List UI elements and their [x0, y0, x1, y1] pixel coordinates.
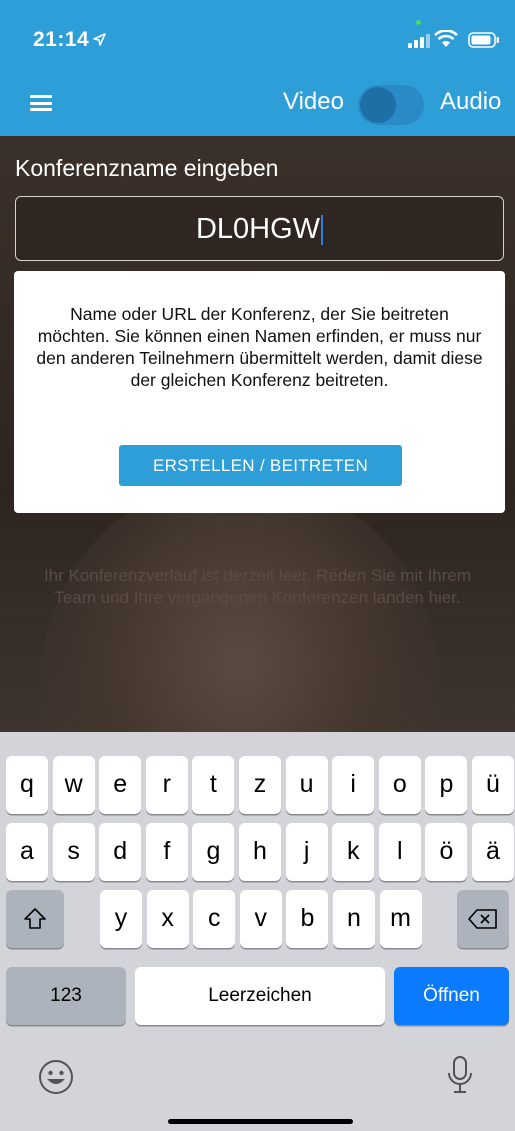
home-indicator — [168, 1119, 353, 1124]
key-z[interactable]: z — [239, 756, 281, 814]
dictation-button[interactable] — [446, 1055, 474, 1095]
status-time-text: 21:14 — [33, 28, 90, 51]
mic-indicator-dot — [416, 20, 421, 25]
key-j[interactable]: j — [285, 823, 328, 881]
key-h[interactable]: h — [239, 823, 281, 881]
key-ö[interactable]: ö — [425, 823, 468, 881]
input-text: DL0HGW — [195, 213, 321, 245]
key-m[interactable]: m — [379, 890, 422, 948]
key-g[interactable]: g — [192, 823, 235, 881]
space-key[interactable]: Leerzeichen — [135, 967, 385, 1025]
status-time: 21:14 — [33, 28, 107, 52]
key-b[interactable]: b — [286, 890, 329, 948]
audio-mode-label[interactable]: Audio — [440, 88, 501, 116]
open-return-key[interactable]: Öffnen — [394, 967, 509, 1025]
key-f[interactable]: f — [145, 823, 188, 881]
numbers-key[interactable]: 123 — [6, 967, 126, 1025]
battery-icon — [468, 32, 499, 48]
conference-info-text: Name oder URL der Konferenz, der Sie bei… — [36, 304, 483, 390]
key-u[interactable]: u — [285, 756, 328, 814]
key-c[interactable]: c — [193, 890, 236, 948]
key-s[interactable]: s — [52, 823, 95, 881]
key-ü[interactable]: ü — [472, 756, 514, 814]
key-l[interactable]: l — [378, 823, 421, 881]
app-header — [0, 0, 515, 136]
key-v[interactable]: v — [239, 890, 282, 948]
onscreen-keyboard: qwertzuiopü asdfghjklöä yxcvbnm 123 Leer… — [0, 732, 515, 1131]
key-e[interactable]: e — [99, 756, 142, 814]
location-arrow-icon — [93, 33, 107, 46]
key-i[interactable]: i — [332, 756, 375, 814]
shift-icon — [24, 908, 46, 929]
key-y[interactable]: y — [100, 890, 142, 948]
video-audio-toggle[interactable] — [358, 85, 424, 125]
key-k[interactable]: k — [332, 823, 375, 881]
key-p[interactable]: p — [425, 756, 468, 814]
key-o[interactable]: o — [378, 756, 421, 814]
key-ä[interactable]: ä — [472, 823, 514, 881]
key-a[interactable]: a — [6, 823, 48, 881]
conference-info-card: Name oder URL der Konferenz, der Sie bei… — [14, 271, 505, 513]
conference-name-label: Konferenzname eingeben — [15, 155, 279, 181]
hamburger-menu-icon[interactable] — [30, 95, 52, 111]
create-join-button[interactable]: ERSTELLEN / BEITRETEN — [119, 445, 402, 486]
key-t[interactable]: t — [192, 756, 235, 814]
conference-name-input[interactable]: DL0HGW — [15, 196, 504, 261]
key-w[interactable]: w — [52, 756, 95, 814]
shift-key[interactable] — [6, 890, 64, 948]
emoji-button[interactable] — [38, 1059, 74, 1095]
text-cursor — [321, 215, 324, 246]
conference-history-empty-text: Ihr Konferenzverlauf ist derzeit leer. R… — [43, 566, 472, 607]
key-q[interactable]: q — [6, 756, 48, 814]
conference-name-value: DL0HGW — [16, 197, 503, 260]
key-x[interactable]: x — [146, 890, 189, 948]
cellular-signal-icon — [408, 34, 430, 48]
backspace-key[interactable] — [457, 890, 509, 948]
key-n[interactable]: n — [333, 890, 375, 948]
wifi-icon — [434, 30, 458, 47]
backspace-icon — [468, 909, 497, 929]
emoji-icon — [39, 1060, 73, 1094]
video-mode-label[interactable]: Video — [283, 88, 344, 116]
key-r[interactable]: r — [145, 756, 188, 814]
toggle-knob — [360, 87, 396, 123]
microphone-icon — [448, 1056, 472, 1093]
key-d[interactable]: d — [99, 823, 142, 881]
